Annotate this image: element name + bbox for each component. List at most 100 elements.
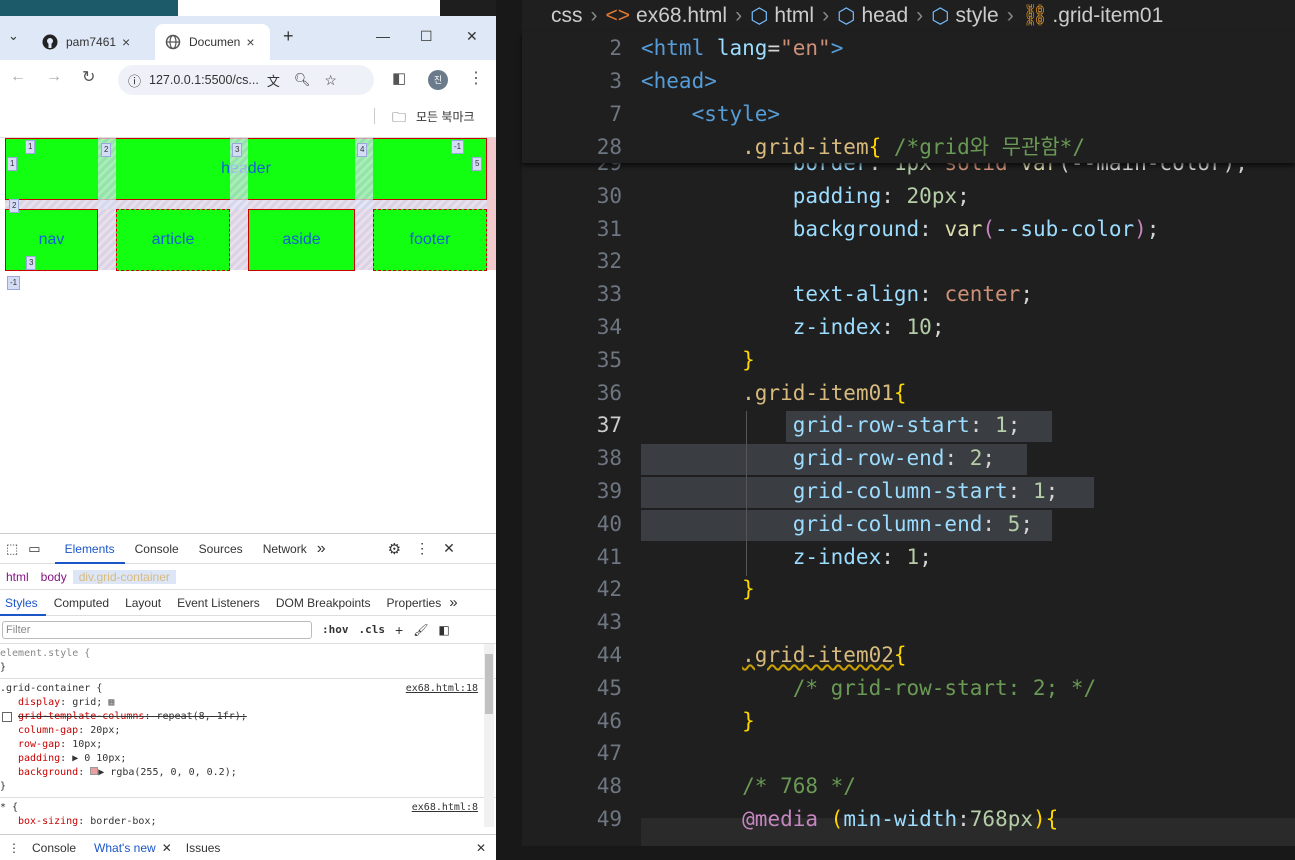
breadcrumb-file[interactable]: ex68.html <box>636 4 727 28</box>
code-line[interactable]: 35 } <box>522 344 1295 377</box>
translate-icon[interactable]: ⽂ <box>267 71 280 90</box>
code-line[interactable]: 45 /* grid-row-start: 2; */ <box>522 672 1295 705</box>
code-line[interactable]: 47 <box>522 737 1295 770</box>
rule-source-link[interactable]: ex68.html:8 <box>412 801 478 815</box>
code-line[interactable]: 49 @media (min-width:768px){ <box>522 803 1295 836</box>
css-property[interactable]: background: ▶ rgba(255, 0, 0, 0.2); <box>0 766 496 780</box>
code-line[interactable]: 46 } <box>522 705 1295 738</box>
sticky-line[interactable]: 2 <html lang="en"> <box>522 32 1295 65</box>
tab-sources[interactable]: Sources <box>189 542 253 556</box>
code-line[interactable]: 38 grid-row-end: 2; <box>522 442 1295 475</box>
code-line[interactable]: 33 text-align: center; <box>522 278 1295 311</box>
code-line[interactable]: 43 <box>522 606 1295 639</box>
code-line[interactable]: 37 grid-row-start: 1; <box>522 409 1295 442</box>
grid-container[interactable]: header nav article aside footer <box>5 138 496 271</box>
settings-gear-icon[interactable]: ⚙ <box>388 540 401 558</box>
menu-kebab-icon[interactable]: ⋮ <box>468 68 484 88</box>
bookmark-star-icon[interactable]: ☆ <box>324 72 337 89</box>
address-bar[interactable]: ⓘ 127.0.0.1:5500/cs... ⽂ 🔍︎ ☆ <box>118 65 374 95</box>
site-info-icon[interactable]: ⓘ <box>128 71 141 90</box>
drawer-tab-issues[interactable]: Issues <box>186 841 221 855</box>
new-rule-icon[interactable]: + <box>395 622 403 638</box>
css-property[interactable]: column-gap: 20px; <box>0 724 496 738</box>
code-line[interactable]: 48 /* 768 */ <box>522 770 1295 803</box>
breadcrumb-style[interactable]: style <box>956 4 999 28</box>
code-line[interactable]: 42 } <box>522 573 1295 606</box>
inspect-element-icon[interactable]: ⬚ <box>6 541 18 557</box>
crumb-grid-container[interactable]: div.grid-container <box>72 569 176 584</box>
code-line[interactable]: 31 background: var(--sub-color); <box>522 213 1295 246</box>
styles-filter-input[interactable]: Filter <box>2 620 312 639</box>
grid-item-article[interactable]: article <box>116 209 230 271</box>
drawer-tab-whats-new[interactable]: What's new <box>94 841 156 855</box>
subtab-event-listeners[interactable]: Event Listeners <box>169 596 268 610</box>
code-line[interactable]: 32 <box>522 245 1295 278</box>
hov-toggle[interactable]: :hov <box>322 623 349 636</box>
new-tab-button[interactable]: + <box>283 26 294 47</box>
reload-icon[interactable]: ↻ <box>82 67 95 87</box>
css-property-overridden[interactable]: grid-template-columns: repeat(8, 1fr); <box>0 710 496 724</box>
back-icon[interactable]: ← <box>10 68 26 86</box>
grid-item-aside[interactable]: aside <box>248 209 355 271</box>
breadcrumb-selector[interactable]: .grid-item01 <box>1052 4 1163 28</box>
drawer-menu-icon[interactable]: ⋮ <box>8 841 20 855</box>
devtools-close-icon[interactable]: ✕ <box>443 540 455 557</box>
grid-item-nav[interactable]: nav <box>5 209 98 271</box>
drawer-close-icon[interactable]: ✕ <box>476 841 486 855</box>
sticky-line[interactable]: 7 <style> <box>522 98 1295 131</box>
breadcrumb-html[interactable]: html <box>774 4 814 28</box>
devtools-menu-icon[interactable]: ⋮ <box>415 540 429 557</box>
subtab-styles[interactable]: Styles <box>0 590 46 616</box>
all-bookmarks-link[interactable]: 모든 북마크 <box>416 108 475 125</box>
crumb-html[interactable]: html <box>0 570 35 584</box>
more-tabs-button[interactable]: » <box>317 540 326 558</box>
breadcrumb-head[interactable]: head <box>861 4 908 28</box>
tab-close-icon[interactable]: × <box>246 34 254 50</box>
tab-github[interactable]: pam7461 × <box>32 24 150 60</box>
sidepanel-icon[interactable]: ◧ <box>392 69 406 87</box>
styles-scrollbar[interactable] <box>484 644 494 827</box>
subtab-properties[interactable]: Properties <box>379 596 450 610</box>
property-checkbox[interactable] <box>2 712 12 722</box>
tab-elements[interactable]: Elements <box>54 534 125 564</box>
universal-rule[interactable]: ex68.html:8 * { box-sizing: border-box; <box>0 798 496 827</box>
grid-editor-icon[interactable]: ▦ <box>108 697 114 708</box>
subtab-computed[interactable]: Computed <box>46 596 117 610</box>
code-line[interactable]: 41 z-index: 1; <box>522 541 1295 574</box>
breadcrumb-css[interactable]: css <box>551 4 583 28</box>
code-line[interactable]: 44 .grid-item02{ <box>522 639 1295 672</box>
drawer-tab-close-icon[interactable]: ✕ <box>162 841 172 855</box>
css-property[interactable]: row-gap: 10px; <box>0 738 496 752</box>
code-line[interactable]: 39 grid-column-start: 1; <box>522 475 1295 508</box>
element-style-rule[interactable]: element.style { } <box>0 644 496 679</box>
crumb-body[interactable]: body <box>35 570 73 584</box>
maximize-button[interactable]: ☐ <box>420 28 433 45</box>
forward-icon[interactable]: → <box>46 68 62 86</box>
sticky-line[interactable]: 28 .grid-item{ /*grid와 무관함*/ <box>522 131 1295 164</box>
sticky-line[interactable]: 3 <head> <box>522 65 1295 98</box>
tab-network[interactable]: Network <box>253 542 317 556</box>
subtab-layout[interactable]: Layout <box>117 596 169 610</box>
subtab-dom-breakpoints[interactable]: DOM Breakpoints <box>268 596 379 610</box>
rule-source-link[interactable]: ex68.html:18 <box>406 682 478 696</box>
close-window-button[interactable]: ✕ <box>466 28 478 45</box>
computed-sidebar-icon[interactable]: ◧ <box>438 623 449 637</box>
cls-toggle[interactable]: .cls <box>359 623 386 636</box>
code-line[interactable]: 34 z-index: 10; <box>522 311 1295 344</box>
tab-search-chevron-icon[interactable]: ⌄ <box>8 28 19 44</box>
css-property[interactable]: padding: ▶ 0 10px; <box>0 752 496 766</box>
sticky-scroll-header[interactable]: 2 <html lang="en"> 3 <head> 7 <style> 28 .gri… <box>522 32 1295 163</box>
code-line[interactable]: 36 .grid-item01{ <box>522 377 1295 410</box>
css-property[interactable]: box-sizing: border-box; <box>0 815 496 827</box>
zoom-icon[interactable]: 🔍︎ <box>294 72 311 88</box>
tab-console[interactable]: Console <box>125 542 189 556</box>
profile-avatar[interactable]: 진 <box>428 70 448 90</box>
paint-icon[interactable]: 🖌︎ <box>413 623 428 637</box>
code-line[interactable]: 30 padding: 20px; <box>522 180 1295 213</box>
drawer-tab-console[interactable]: Console <box>32 841 76 855</box>
grid-container-rule[interactable]: ex68.html:18 .grid-container { display: … <box>0 679 496 798</box>
minimize-button[interactable]: — <box>376 28 390 44</box>
tab-document[interactable]: Documen × <box>155 24 270 60</box>
more-subtabs-button[interactable]: » <box>449 594 457 611</box>
grid-item-footer[interactable]: footer <box>373 209 487 271</box>
